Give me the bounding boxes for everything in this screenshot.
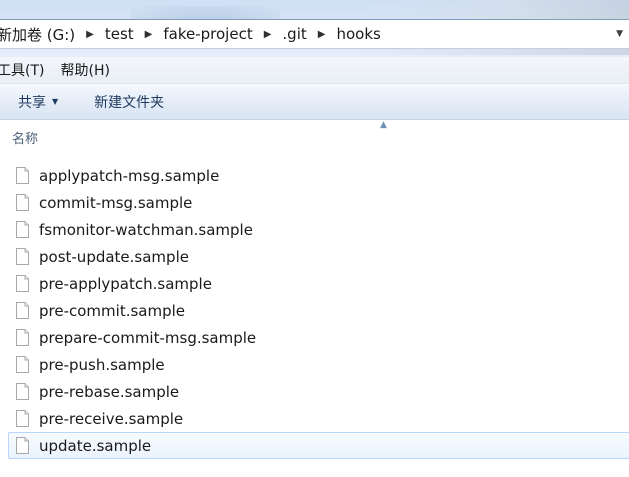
document-icon — [16, 383, 29, 400]
breadcrumb-fake-project[interactable]: fake-project — [163, 25, 252, 43]
command-toolbar: 共享 ▼ 新建文件夹 — [0, 84, 629, 120]
file-name-label: commit-msg.sample — [39, 193, 193, 212]
file-row[interactable]: pre-commit.sample — [0, 297, 629, 324]
file-name-label: pre-commit.sample — [39, 301, 186, 320]
file-name-label: prepare-commit-msg.sample — [39, 328, 257, 347]
column-header-name[interactable]: 名称 — [12, 128, 38, 147]
file-row[interactable]: pre-push.sample — [0, 351, 629, 378]
new-folder-button[interactable]: 新建文件夹 — [94, 92, 164, 112]
file-name-label: applypatch-msg.sample — [39, 166, 220, 185]
document-icon — [16, 329, 29, 346]
breadcrumb-arrow-icon[interactable]: ▶ — [264, 29, 272, 40]
document-icon — [16, 275, 29, 292]
menu-help[interactable]: 帮助(H) — [60, 60, 109, 80]
menu-tools[interactable]: 工具(T) — [0, 60, 44, 80]
file-row[interactable]: pre-applypatch.sample — [0, 270, 629, 297]
column-header-row: 名称 ▲ — [0, 120, 629, 152]
document-icon — [16, 356, 29, 373]
file-row[interactable]: fsmonitor-watchman.sample — [0, 216, 629, 243]
share-button[interactable]: 共享 ▼ — [18, 92, 58, 112]
file-pane[interactable]: 名称 ▲ applypatch-msg.sample commit-msg.sam… — [0, 120, 629, 477]
file-name-label: pre-receive.sample — [39, 409, 184, 428]
file-list: applypatch-msg.sample commit-msg.sample fs… — [0, 162, 629, 459]
breadcrumb-hooks[interactable]: hooks — [336, 25, 380, 43]
file-row[interactable]: pre-receive.sample — [0, 405, 629, 432]
file-row[interactable]: applypatch-msg.sample — [0, 162, 629, 189]
share-label: 共享 — [18, 94, 46, 111]
breadcrumb-git[interactable]: .git — [282, 25, 306, 43]
document-icon — [16, 194, 29, 211]
address-bar[interactable]: 新加卷 (G:) ▶ test ▶ fake-project ▶ .git ▶ … — [0, 19, 629, 49]
document-icon — [16, 437, 29, 454]
document-icon — [16, 410, 29, 427]
document-icon — [16, 221, 29, 238]
breadcrumb-arrow-icon[interactable]: ▶ — [145, 29, 153, 40]
file-name-label: post-update.sample — [39, 247, 189, 266]
caret-down-icon: ▼ — [52, 97, 59, 106]
file-row[interactable]: update.sample — [8, 432, 629, 459]
file-row[interactable]: post-update.sample — [0, 243, 629, 270]
breadcrumb-arrow-icon[interactable]: ▶ — [86, 29, 94, 40]
breadcrumb-drive[interactable]: 新加卷 (G:) — [0, 24, 75, 45]
file-name-label: pre-push.sample — [39, 355, 165, 374]
menu-bar: 工具(T) 帮助(H) — [0, 57, 629, 84]
file-name-label: pre-rebase.sample — [39, 382, 180, 401]
chevron-down-icon[interactable]: ▼ — [616, 29, 623, 39]
file-row[interactable]: commit-msg.sample — [0, 189, 629, 216]
file-name-label: pre-applypatch.sample — [39, 274, 212, 293]
file-row[interactable]: prepare-commit-msg.sample — [0, 324, 629, 351]
breadcrumb-arrow-icon[interactable]: ▶ — [318, 29, 326, 40]
breadcrumb-test[interactable]: test — [105, 25, 134, 43]
document-icon — [16, 248, 29, 265]
document-icon — [16, 167, 29, 184]
file-row[interactable]: pre-rebase.sample — [0, 378, 629, 405]
file-name-label: fsmonitor-watchman.sample — [39, 220, 253, 239]
sort-up-icon: ▲ — [380, 120, 387, 130]
document-icon — [16, 302, 29, 319]
file-name-label: update.sample — [39, 436, 152, 455]
